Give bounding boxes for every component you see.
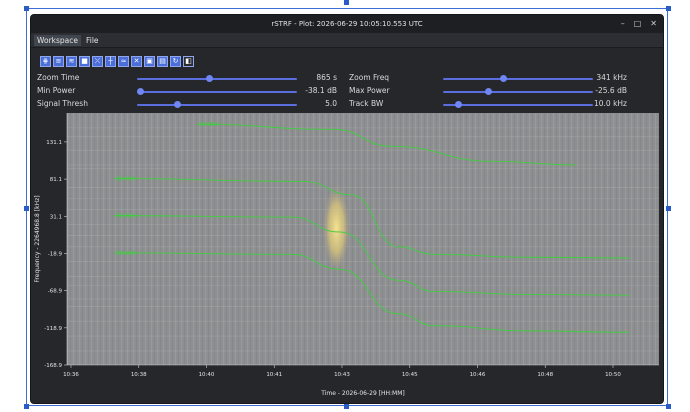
y-tick-label: 31.1 [50,214,62,220]
zoom-freq-knob[interactable] [500,75,507,82]
zoom-freq-control: Zoom Freq 341 kHz [349,73,627,85]
signal-thresh-slider[interactable] [137,101,297,108]
signal-thresh-knob[interactable] [174,101,181,108]
track-bw-value: 10.0 kHz [593,99,627,108]
resize-handle-right[interactable] [666,206,671,211]
zoom-freq-slider[interactable] [443,75,593,82]
zoom-freq-value: 341 kHz [596,73,627,82]
square-icon[interactable]: ■ [79,56,90,67]
wave-icon[interactable]: ≋ [66,56,77,67]
signal-thresh-control: Signal Thresh 5.0 [37,99,337,111]
y-tick-label: -68.9 [48,289,63,295]
lines-icon[interactable]: ≡ [53,56,64,67]
x-tick-label: 10:50 [605,372,621,378]
refresh-icon[interactable]: ↻ [170,56,181,67]
min-power-value: -38.1 dB [305,86,337,95]
zoom-time-slider[interactable] [137,75,297,82]
x-axis-label: Time - 2026-06-29 [HH:MM] [320,390,405,397]
max-power-label: Max Power [349,86,390,95]
track-bw-label: Track BW [349,99,384,108]
max-power-slider[interactable] [443,88,593,95]
track-bw-control: Track BW 10.0 kHz [349,99,627,111]
menu-file[interactable]: File [83,35,102,46]
spectrogram-background [67,113,659,365]
track-label: ISS4984 [115,176,136,182]
maximize-button[interactable]: □ [634,15,642,33]
x-tick-label: 10:38 [131,372,147,378]
x-tick-label: 10:36 [63,372,79,378]
resize-handle-top-left[interactable] [24,6,29,11]
menu-bar: Workspace File [31,33,663,48]
track-label: ISS4984 [198,122,219,128]
signal-thresh-value: 5.0 [325,99,337,108]
delete-icon[interactable]: ▣ [144,56,155,67]
min-power-knob[interactable] [137,88,145,95]
min-power-label: Min Power [37,86,76,95]
crosshair-icon[interactable]: ┼ [105,56,116,67]
app-window: rSTRF - Plot: 2026-06-29 10:05:10.553 UT… [30,14,664,404]
track-bw-slider[interactable] [443,101,593,108]
y-tick-label: 131.1 [46,140,62,146]
signal-burst [322,183,351,273]
menu-workspace[interactable]: Workspace [34,34,81,46]
title-bar: rSTRF - Plot: 2026-06-29 10:05:10.553 UT… [31,15,663,33]
y-tick-label: -168.9 [44,363,62,369]
y-tick-label: -18.9 [48,251,63,257]
y-axis-label: Frequency - 2264968.8 [kHz] [34,195,41,282]
x-tick-label: 10:41 [266,372,282,378]
window-title: rSTRF - Plot: 2026-06-29 10:05:10.553 UT… [271,20,423,28]
spectrogram-plot[interactable]: ISS4984 ISS4984 ISS4984 ISS4984 131.1 81.1 31… [31,111,663,403]
signal-thresh-label: Signal Thresh [37,99,88,108]
min-power-slider[interactable] [137,88,297,95]
resize-handle-bottom-right[interactable] [666,404,671,409]
track-label: ISS4984 [115,214,136,220]
plot-area[interactable]: ISS4984 ISS4984 ISS4984 ISS4984 131.1 81.1 31… [31,111,663,403]
resize-handle-left[interactable] [24,206,29,211]
x-tick-label: 10:40 [199,372,215,378]
save-icon[interactable]: ▤ [157,56,168,67]
track-label: ISS4984 [115,251,136,257]
close-button[interactable]: ✕ [650,15,657,33]
x-tick-label: 10:48 [537,372,553,378]
close-x-icon[interactable]: ✕ [131,56,142,67]
y-tick-label: -118.9 [44,326,62,332]
resize-handle-top-right[interactable] [666,6,671,11]
track-bw-knob[interactable] [455,101,462,108]
max-power-knob[interactable] [485,88,492,95]
max-power-control: Max Power -25.6 dB [349,86,627,98]
x-tick-label: 10:46 [470,372,486,378]
track-icon[interactable]: ≈ [118,56,129,67]
y-axis: 131.1 81.1 31.1 -18.9 -68.9 -118.9 -168.9 [44,113,68,369]
zoom-time-knob[interactable] [206,75,213,82]
max-power-value: -25.6 dB [595,86,627,95]
min-power-control: Min Power -38.1 dB [37,86,337,98]
cross-slash-icon[interactable]: ⤫ [92,56,103,67]
x-axis: 10:36 10:38 10:40 10:41 10:43 10:45 10:46 10:48… [63,364,659,378]
y-tick-label: 81.1 [50,177,62,183]
zoom-time-control: Zoom Time 865 s [37,73,337,85]
zoom-freq-label: Zoom Freq [349,73,390,82]
toggle-icon[interactable]: ◧ [183,56,194,67]
minimize-button[interactable]: – [621,15,625,33]
grid-icon[interactable]: ⋕ [40,56,51,67]
resize-handle-bottom[interactable] [344,404,349,409]
toolbar: ⋕ ≡ ≋ ■ ⤫ ┼ ≈ ✕ ▣ ▤ ↻ ◧ [40,56,194,67]
resize-handle-top[interactable] [344,0,349,5]
resize-handle-bottom-left[interactable] [24,404,29,409]
zoom-time-label: Zoom Time [37,73,80,82]
x-tick-label: 10:43 [334,372,350,378]
x-tick-label: 10:45 [402,372,418,378]
zoom-time-value: 865 s [316,73,337,82]
